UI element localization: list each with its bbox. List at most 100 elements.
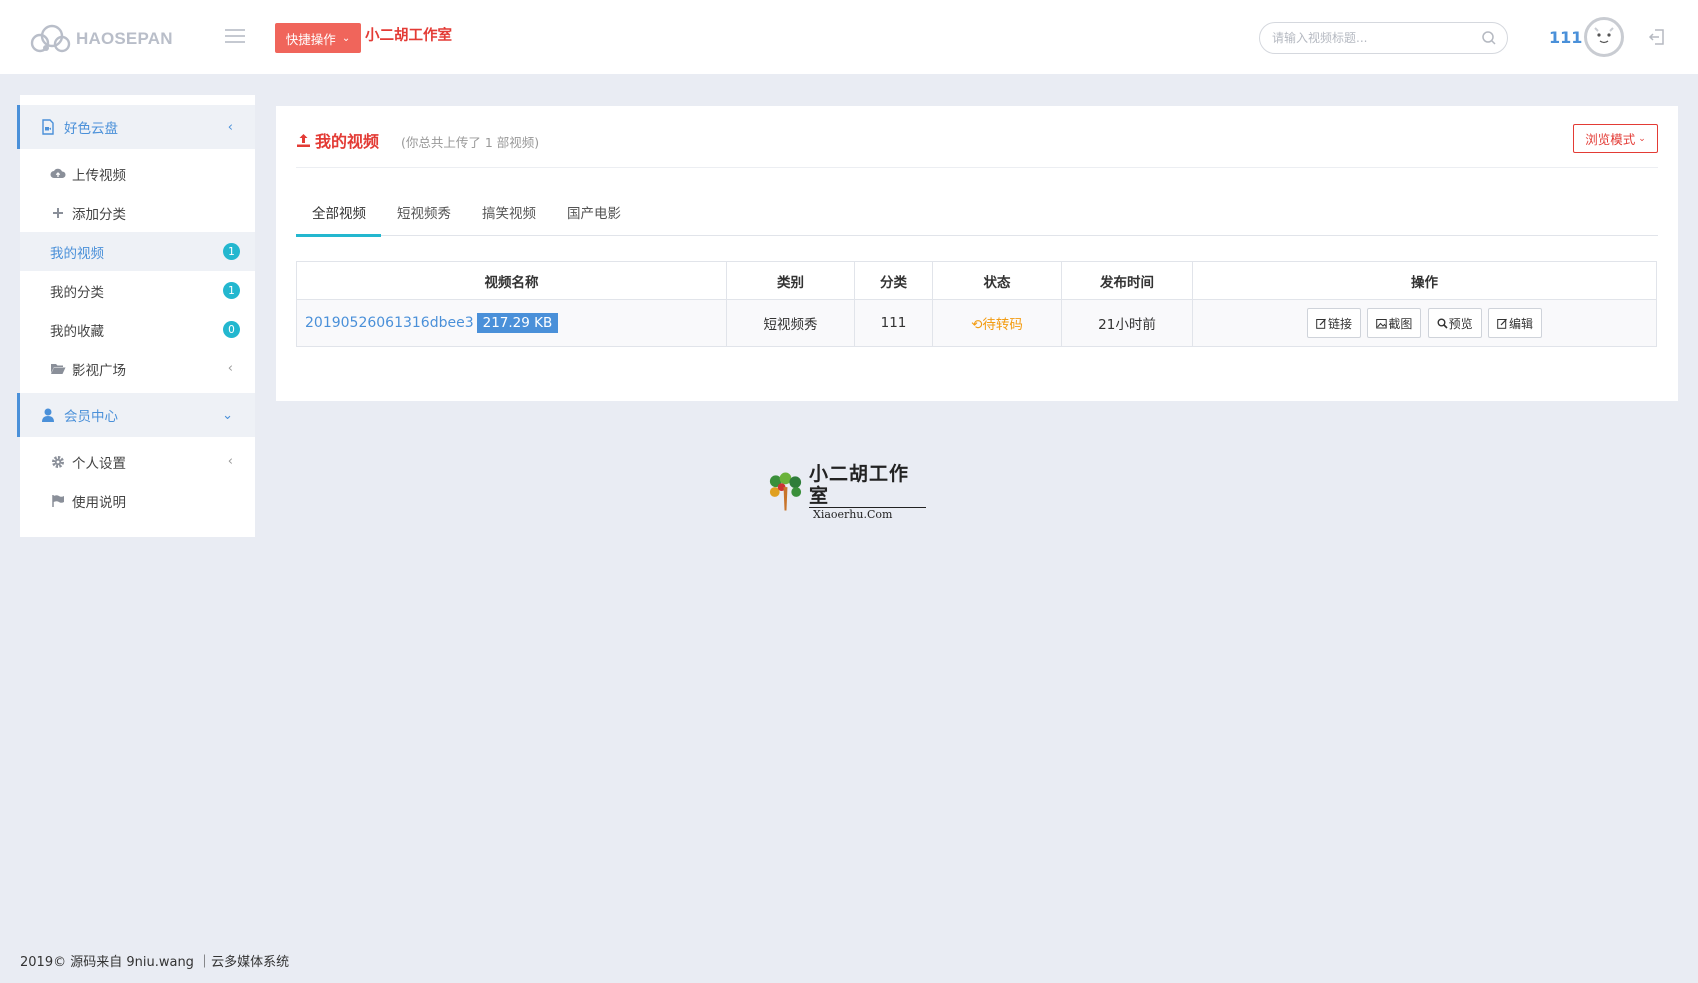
quick-action-button[interactable]: 快捷操作 ⌄ <box>275 23 361 53</box>
category-tabs: 全部视频 短视频秀 搞笑视频 国产电影 <box>296 186 1658 237</box>
video-status-cell: ⟲待转码 <box>932 299 1062 347</box>
column-header-type[interactable]: 类别 <box>726 261 855 300</box>
sidebar-item-usage-guide[interactable]: 使用说明 <box>20 481 255 520</box>
tab-domestic-movie[interactable]: 国产电影 <box>551 186 636 235</box>
column-header-name[interactable]: 视频名称 <box>296 261 727 300</box>
refresh-icon: ⟲ <box>971 317 983 333</box>
tab-short-video[interactable]: 短视频秀 <box>381 186 466 235</box>
title-divider <box>296 167 1658 168</box>
sidebar-section-cloud[interactable]: 好色云盘 ‹ <box>17 105 255 149</box>
video-actions-cell: 链接 截图 预览 编辑 <box>1192 299 1657 347</box>
chevron-down-icon: ⌄ <box>341 32 351 44</box>
tab-funny-video[interactable]: 搞笑视频 <box>466 186 551 235</box>
file-size-badge: 217.29 KB <box>476 313 559 333</box>
watermark-en: Xiaoerhu.Com <box>809 506 926 522</box>
screenshot-button-label: 截图 <box>1388 316 1413 331</box>
column-header-actions: 操作 <box>1192 261 1657 300</box>
sidebar-item-label: 影视广场 <box>72 362 126 379</box>
file-video-icon <box>42 119 54 135</box>
table-header-row: 视频名称 类别 分类 状态 发布时间 操作 <box>296 261 1657 300</box>
sidebar-item-label: 上传视频 <box>72 167 126 184</box>
menu-toggle-icon[interactable] <box>225 29 245 45</box>
studio-title[interactable]: 小二胡工作室 <box>365 24 452 45</box>
sidebar-item-video-plaza[interactable]: 影视广场 ‹ <box>20 349 255 388</box>
sidebar-item-upload-video[interactable]: 上传视频 <box>20 154 255 193</box>
count-badge: 1 <box>223 243 240 260</box>
chevron-down-icon: ⌄ <box>222 407 233 423</box>
count-badge: 1 <box>223 282 240 299</box>
browse-mode-label: 浏览模式 <box>1585 133 1636 147</box>
chevron-left-icon: ‹ <box>227 454 233 469</box>
watermark-cn: 小二胡工作室 <box>809 462 910 507</box>
video-name-cell: 20190526061316dbee3 217.29 KB <box>296 299 727 347</box>
footer-text: 2019© 源码来自 9niu.wang ｜云多媒体系统 <box>20 955 290 970</box>
avatar[interactable] <box>1584 17 1624 57</box>
sidebar: 好色云盘 ‹ 上传视频 添加分类 我的视频 1 我的分类 1 我的收藏 0 影视… <box>17 95 255 537</box>
page-title: 我的视频 <box>315 132 380 151</box>
video-category-cell: 111 <box>854 299 933 347</box>
search-box <box>1259 22 1508 54</box>
main-panel: 我的视频 (你总共上传了 1 部视频) 浏览模式 ⌄ 全部视频 短视频秀 搞笑视… <box>276 106 1678 401</box>
search-icon <box>1437 318 1448 329</box>
edit-link-icon <box>1316 318 1326 329</box>
column-header-published[interactable]: 发布时间 <box>1061 261 1193 300</box>
logout-icon[interactable] <box>1648 28 1666 46</box>
plus-icon <box>50 205 66 221</box>
preview-button[interactable]: 预览 <box>1427 308 1482 338</box>
chevron-left-icon: ‹ <box>227 119 233 135</box>
sidebar-section-label: 会员中心 <box>64 409 118 425</box>
sidebar-item-label: 添加分类 <box>72 206 126 223</box>
edit-button-label: 编辑 <box>1508 316 1533 331</box>
cloud-upload-icon <box>50 166 66 182</box>
chevron-down-icon: ⌄ <box>1638 133 1646 143</box>
sidebar-item-label: 使用说明 <box>72 494 126 511</box>
column-header-status[interactable]: 状态 <box>932 261 1062 300</box>
edit-button[interactable]: 编辑 <box>1487 308 1542 338</box>
sidebar-item-personal-settings[interactable]: 个人设置 ‹ <box>20 442 255 481</box>
sidebar-item-my-categories[interactable]: 我的分类 1 <box>20 271 255 310</box>
video-table: 视频名称 类别 分类 状态 发布时间 操作 20190526061316dbee… <box>296 261 1657 347</box>
image-icon <box>1376 318 1388 328</box>
link-button-label: 链接 <box>1328 316 1353 331</box>
studio-watermark-logo: 小二胡工作室 Xiaoerhu.Com <box>766 463 926 521</box>
gear-icon <box>50 454 66 470</box>
tab-all-videos[interactable]: 全部视频 <box>296 186 381 237</box>
top-header: HAOSEPAN 快捷操作 ⌄ 小二胡工作室 111 <box>0 0 1698 74</box>
search-input[interactable] <box>1260 23 1470 53</box>
sidebar-section-label: 好色云盘 <box>64 121 118 137</box>
cloud-logo-icon <box>30 24 71 53</box>
page-title-area: 我的视频 (你总共上传了 1 部视频) <box>296 128 539 152</box>
column-header-category[interactable]: 分类 <box>854 261 933 300</box>
count-badge: 0 <box>223 321 240 338</box>
sidebar-section-member[interactable]: 会员中心 ⌄ <box>17 393 255 437</box>
video-name-link[interactable]: 20190526061316dbee3 <box>305 315 474 331</box>
sidebar-item-label: 我的视频 <box>50 245 104 262</box>
sidebar-item-add-category[interactable]: 添加分类 <box>20 193 255 232</box>
video-type-cell: 短视频秀 <box>726 299 855 347</box>
link-button[interactable]: 链接 <box>1307 308 1362 338</box>
sidebar-item-label: 我的收藏 <box>50 323 104 340</box>
sidebar-item-my-favorites[interactable]: 我的收藏 0 <box>20 310 255 349</box>
avatar-face-icon <box>1594 27 1614 44</box>
flag-icon <box>50 493 66 509</box>
status-text: 待转码 <box>982 317 1023 333</box>
status-badge: ⟲待转码 <box>971 317 1023 333</box>
page-subtitle: (你总共上传了 1 部视频) <box>401 135 540 150</box>
sidebar-item-label: 我的分类 <box>50 284 104 301</box>
logo-text: HAOSEPAN <box>76 29 173 48</box>
edit-icon <box>1497 318 1507 329</box>
folder-open-icon <box>50 361 66 377</box>
sidebar-item-label: 个人设置 <box>72 455 126 472</box>
user-icon <box>42 408 54 422</box>
username[interactable]: 111 <box>1549 28 1582 47</box>
search-icon[interactable] <box>1481 30 1497 46</box>
quick-action-label: 快捷操作 <box>285 32 336 47</box>
chevron-left-icon: ‹ <box>227 361 233 376</box>
screenshot-button[interactable]: 截图 <box>1367 308 1422 338</box>
video-published-cell: 21小时前 <box>1061 299 1193 347</box>
preview-button-label: 预览 <box>1448 316 1473 331</box>
tree-logo-icon <box>769 472 802 511</box>
browse-mode-button[interactable]: 浏览模式 ⌄ <box>1573 124 1658 153</box>
sidebar-item-my-videos[interactable]: 我的视频 1 <box>20 232 255 271</box>
logo[interactable]: HAOSEPAN <box>28 22 173 56</box>
